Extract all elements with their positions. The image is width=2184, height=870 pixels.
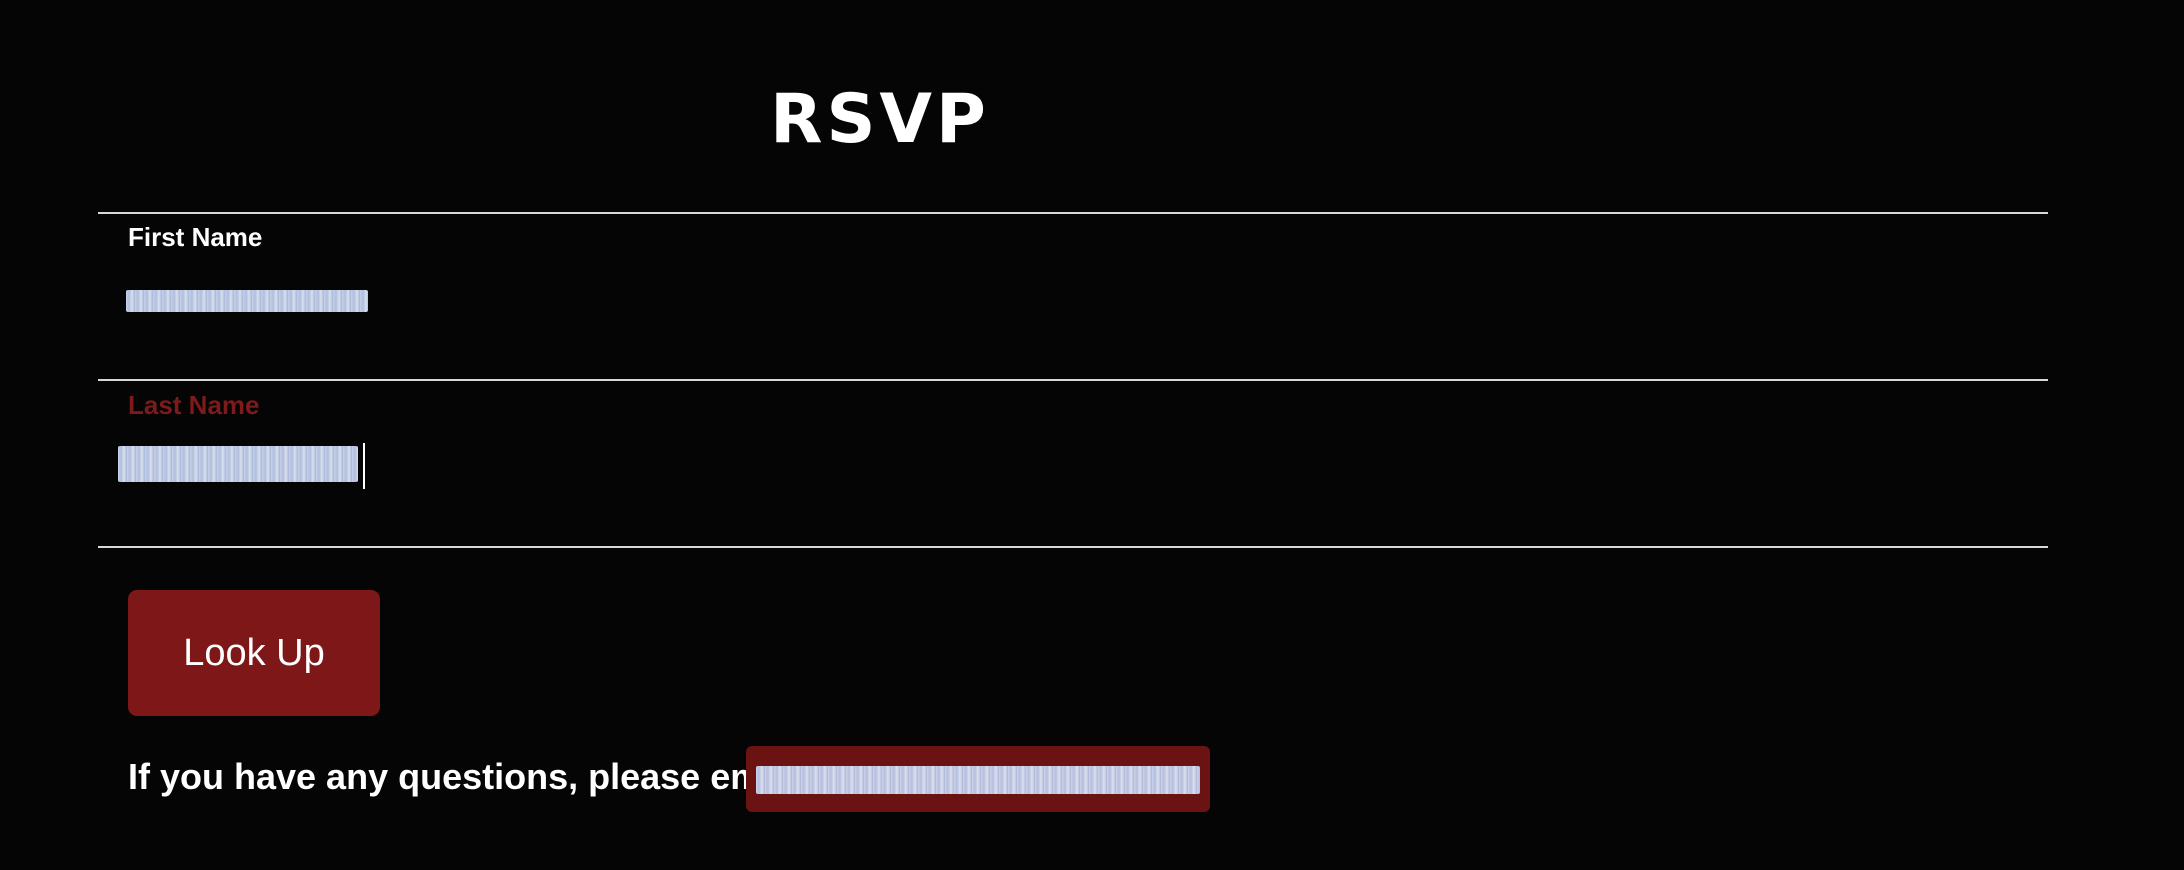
help-text: If you have any questions, please email bbox=[128, 756, 803, 797]
first-name-label: First Name bbox=[128, 222, 263, 252]
divider-top bbox=[98, 212, 2048, 214]
divider-middle bbox=[98, 379, 2048, 381]
look-up-button[interactable]: Look Up bbox=[128, 590, 380, 716]
rsvp-page: RSVP First Name Last Name Look Up If you… bbox=[0, 0, 2184, 870]
email-address-redacted bbox=[756, 766, 1200, 794]
first-name-value-redacted bbox=[126, 290, 368, 312]
last-name-value-redacted bbox=[118, 446, 358, 482]
last-name-label: Last Name bbox=[128, 390, 260, 420]
contact-email-link[interactable] bbox=[746, 746, 1210, 812]
page-title: RSVP bbox=[770, 80, 990, 159]
text-cursor bbox=[363, 443, 365, 489]
divider-bottom bbox=[98, 546, 2048, 548]
last-name-input[interactable] bbox=[116, 440, 2016, 496]
first-name-input[interactable] bbox=[116, 272, 2016, 328]
